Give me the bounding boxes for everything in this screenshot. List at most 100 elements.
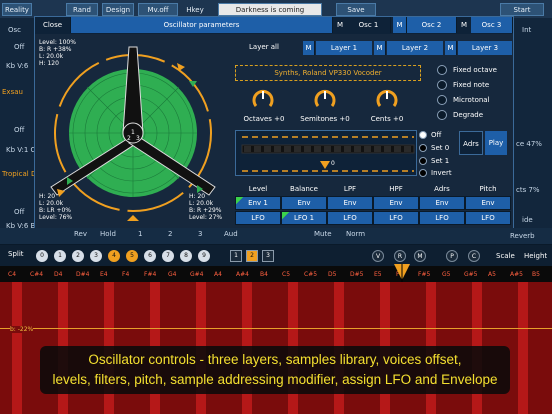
note-label: C4: [8, 271, 17, 278]
fixed-octave-radio[interactable]: [437, 65, 447, 75]
seq-set1-radio[interactable]: [419, 157, 427, 165]
split-number[interactable]: 0: [36, 250, 48, 262]
level-lfo-button[interactable]: LFO: [235, 211, 281, 225]
radar-stats-top-left: Level: 100% B: R +38% L: 20.0k H: 120: [39, 39, 76, 67]
microtonal-radio[interactable]: [437, 95, 447, 105]
mid-3-button[interactable]: 3: [198, 230, 202, 238]
pitch-env-button[interactable]: Env: [465, 196, 511, 210]
seq-invert-label: Invert: [431, 169, 452, 177]
seq-set0-radio[interactable]: [419, 144, 427, 152]
reality-button[interactable]: Reality: [2, 3, 32, 16]
layer-all-label[interactable]: Layer all: [249, 43, 279, 51]
split-square-2[interactable]: 2: [246, 250, 258, 262]
seq-invert-radio[interactable]: [419, 169, 427, 177]
osc3-m-button[interactable]: M: [457, 17, 471, 33]
split-number[interactable]: 2: [72, 250, 84, 262]
radar-center-label-2: 2: [127, 135, 131, 142]
semitones-knob[interactable]: [313, 87, 337, 113]
stat-text: L: 20.0k: [39, 53, 64, 60]
layer3-button[interactable]: Layer 3: [458, 41, 512, 55]
column-pitch: Pitch: [479, 185, 497, 193]
lpf-env-button[interactable]: Env: [327, 196, 373, 210]
seq-off-radio[interactable]: [419, 131, 427, 139]
mid-2-button[interactable]: 2: [168, 230, 172, 238]
aud-button[interactable]: Aud: [224, 230, 238, 238]
marker-triangle[interactable]: [127, 215, 139, 221]
note-label: G4: [168, 271, 177, 278]
stat-text: Level: 100%: [39, 39, 76, 46]
split-square-3[interactable]: 3: [262, 250, 274, 262]
bg-label: Off: [14, 43, 25, 51]
tab-osc1[interactable]: Osc 1: [347, 17, 391, 33]
mid-1-button[interactable]: 1: [138, 230, 142, 238]
scale-button[interactable]: Scale: [496, 252, 515, 260]
adrs-button[interactable]: Adrs: [459, 131, 483, 155]
degrade-radio[interactable]: [437, 110, 447, 120]
close-button[interactable]: Close: [35, 17, 71, 33]
note-label: E4: [100, 271, 108, 278]
marker-r[interactable]: R: [394, 250, 406, 262]
play-button[interactable]: Play: [485, 131, 507, 155]
osc1-m-button[interactable]: M: [333, 17, 347, 33]
seq-marker-value: 0: [331, 160, 335, 167]
note-label: A#4: [236, 271, 249, 278]
level-env-button[interactable]: Env 1: [235, 196, 281, 210]
layer1-button[interactable]: Layer 1: [316, 41, 372, 55]
stat-text: L: 20.0k: [189, 200, 214, 207]
octaves-knob[interactable]: [251, 87, 275, 113]
radar-center-label-3: 3: [136, 135, 140, 142]
roll-value-label: b: -22%: [10, 326, 34, 333]
column-lpf: LPF: [343, 185, 357, 193]
balance-env-button[interactable]: Env: [281, 196, 327, 210]
adrs-env-button[interactable]: Env: [419, 196, 465, 210]
marker-m[interactable]: M: [414, 250, 426, 262]
bg-label: Kb V:6: [6, 62, 29, 70]
split-number[interactable]: 8: [180, 250, 192, 262]
balance-lfo-button[interactable]: LFO 1: [281, 211, 327, 225]
adrs-lfo-button[interactable]: LFO: [419, 211, 465, 225]
fixed-note-radio[interactable]: [437, 80, 447, 90]
fixed-octave-label: Fixed octave: [453, 66, 497, 74]
split-number[interactable]: 1: [54, 250, 66, 262]
save-button[interactable]: Save: [336, 3, 376, 16]
tab-osc2[interactable]: Osc 2: [407, 17, 457, 33]
reverb-button[interactable]: Reverb: [510, 232, 535, 240]
hpf-env-button[interactable]: Env: [373, 196, 419, 210]
hold-button[interactable]: Hold: [100, 230, 116, 238]
lpf-lfo-button[interactable]: LFO: [327, 211, 373, 225]
note-label: C#5: [304, 271, 318, 278]
split-number[interactable]: 6: [144, 250, 156, 262]
design-button[interactable]: Design: [102, 3, 134, 16]
split-square-1[interactable]: 1: [230, 250, 242, 262]
hpf-lfo-button[interactable]: LFO: [373, 211, 419, 225]
layer2-button[interactable]: Layer 2: [387, 41, 443, 55]
sample-name-selector[interactable]: Synths, Roland VP330 Vocoder: [235, 65, 421, 81]
start-button[interactable]: Start: [500, 3, 544, 16]
note-label: B4: [260, 271, 268, 278]
marker-v[interactable]: V: [372, 250, 384, 262]
height-button[interactable]: Height: [524, 252, 547, 260]
mv-off-button[interactable]: Mv.off: [138, 3, 178, 16]
split-number[interactable]: 9: [198, 250, 210, 262]
marker-p[interactable]: P: [446, 250, 458, 262]
stat-text: H: 120: [39, 60, 59, 67]
split-number[interactable]: 7: [162, 250, 174, 262]
norm-button[interactable]: Norm: [346, 230, 365, 238]
mute-button[interactable]: Mute: [314, 230, 332, 238]
pitch-lfo-button[interactable]: LFO: [465, 211, 511, 225]
split-number[interactable]: 3: [90, 250, 102, 262]
split-number[interactable]: 5: [126, 250, 138, 262]
layer1-m-button[interactable]: M: [303, 41, 315, 55]
marker-c[interactable]: C: [468, 250, 480, 262]
radar-stats-bottom-left: H: 20 L: 20.0k B: LR +0% Level: 76%: [39, 193, 72, 221]
cents-knob[interactable]: [375, 87, 399, 113]
playhead-marker[interactable]: [394, 264, 410, 282]
layer3-m-button[interactable]: M: [445, 41, 457, 55]
rev-button[interactable]: Rev: [74, 230, 87, 238]
sample-address-editor[interactable]: [235, 130, 417, 176]
split-number[interactable]: 4: [108, 250, 120, 262]
rand-button[interactable]: Rand: [66, 3, 98, 16]
layer2-m-button[interactable]: M: [374, 41, 386, 55]
osc2-m-button[interactable]: M: [393, 17, 407, 33]
tab-osc3[interactable]: Osc 3: [471, 17, 513, 33]
